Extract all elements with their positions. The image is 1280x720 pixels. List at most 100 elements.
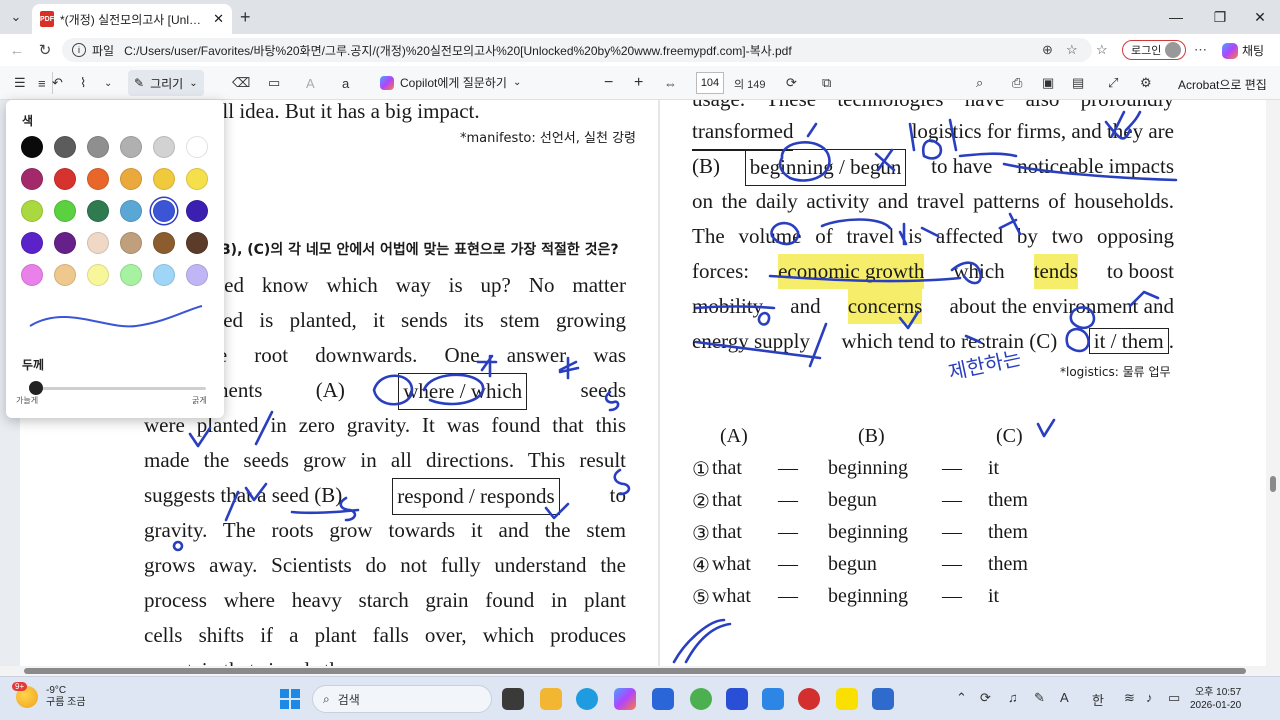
zoom-out-icon[interactable]: − bbox=[604, 74, 613, 92]
page-view-icon[interactable]: ⧉ bbox=[822, 74, 831, 92]
leaf-app-icon[interactable] bbox=[690, 688, 712, 710]
chat-app-icon[interactable] bbox=[762, 688, 784, 710]
font-icon[interactable]: A bbox=[306, 74, 315, 92]
draw-button[interactable]: ✎ 그리기 ⌄ bbox=[128, 70, 204, 96]
text-box-icon[interactable]: ▭ bbox=[268, 74, 280, 92]
save-as-icon[interactable]: ▤ bbox=[1072, 74, 1084, 92]
restore-icon[interactable]: ❐ bbox=[1200, 4, 1240, 30]
font-a-icon[interactable]: A bbox=[1060, 690, 1069, 705]
horizontal-scroll-thumb[interactable] bbox=[24, 668, 1246, 674]
color-swatch[interactable] bbox=[54, 232, 76, 254]
color-swatch[interactable] bbox=[153, 168, 175, 190]
favorite-star-icon[interactable]: ☆ bbox=[1066, 42, 1078, 58]
more-menu-icon[interactable]: ⋯ bbox=[1194, 42, 1207, 58]
color-swatch[interactable] bbox=[54, 168, 76, 190]
color-swatch[interactable] bbox=[120, 168, 142, 190]
save-icon[interactable]: ▣ bbox=[1042, 74, 1054, 92]
color-swatch[interactable] bbox=[120, 200, 142, 222]
task-view-icon[interactable] bbox=[502, 688, 524, 710]
color-swatch[interactable] bbox=[21, 168, 43, 190]
find-icon[interactable]: ⌕ bbox=[976, 74, 983, 92]
thickness-slider-track[interactable] bbox=[36, 387, 206, 390]
file-explorer-icon[interactable] bbox=[540, 688, 562, 710]
refresh-icon[interactable]: ↻ bbox=[34, 40, 56, 60]
contents-icon[interactable]: ☰ bbox=[14, 74, 26, 92]
color-swatch[interactable] bbox=[54, 200, 76, 222]
highlight-icon[interactable]: ⌇ bbox=[80, 74, 86, 92]
color-swatch[interactable] bbox=[153, 136, 175, 158]
color-swatch[interactable] bbox=[186, 136, 208, 158]
vertical-scroll-thumb[interactable] bbox=[1270, 476, 1276, 492]
color-swatch[interactable] bbox=[21, 264, 43, 286]
info-icon[interactable]: i bbox=[72, 43, 86, 57]
clock[interactable]: 오후 10:57 2026-01-20 bbox=[1190, 686, 1241, 712]
edge-browser-icon[interactable] bbox=[576, 688, 598, 710]
back-arrow-icon[interactable]: ← bbox=[6, 40, 28, 60]
color-swatch[interactable] bbox=[87, 232, 109, 254]
zoom-in-icon[interactable]: + bbox=[634, 74, 643, 92]
thickness-slider-thumb[interactable] bbox=[29, 381, 43, 395]
color-swatch[interactable] bbox=[21, 200, 43, 222]
read-aloud-icon[interactable]: a bbox=[342, 74, 349, 92]
color-swatch[interactable] bbox=[54, 264, 76, 286]
color-swatch[interactable] bbox=[186, 168, 208, 190]
zoom-icon[interactable]: ⊕ bbox=[1042, 42, 1053, 58]
fit-page-icon[interactable]: ⇔ bbox=[664, 74, 677, 92]
close-window-icon[interactable]: ✕ bbox=[1240, 4, 1280, 30]
color-swatch[interactable] bbox=[21, 136, 43, 158]
color-swatch[interactable] bbox=[120, 136, 142, 158]
color-swatch[interactable] bbox=[54, 136, 76, 158]
color-swatch[interactable] bbox=[87, 168, 109, 190]
minimize-icon[interactable]: — bbox=[1156, 4, 1196, 30]
ime-indicator[interactable]: 한 bbox=[1092, 690, 1104, 709]
record-app-icon[interactable] bbox=[798, 688, 820, 710]
fullscreen-icon[interactable]: ⤢ bbox=[1108, 74, 1118, 92]
start-button[interactable] bbox=[280, 689, 300, 709]
color-swatch[interactable] bbox=[186, 264, 208, 286]
horizontal-scrollbar[interactable] bbox=[0, 666, 1280, 676]
messenger-app-icon[interactable] bbox=[726, 688, 748, 710]
highlight-chevron-icon[interactable]: ⌄ bbox=[104, 74, 112, 92]
settings-gear-icon[interactable]: ⚙ bbox=[1140, 74, 1152, 92]
weather-widget[interactable]: 9+ -9°C 구름 조금 bbox=[12, 682, 86, 709]
rotate-icon[interactable]: ⟳ bbox=[786, 74, 797, 92]
kakaotalk-icon[interactable] bbox=[836, 688, 858, 710]
vertical-scrollbar[interactable] bbox=[1266, 100, 1280, 666]
tray-chevron-icon[interactable]: ⌃ bbox=[956, 690, 967, 706]
color-swatch[interactable] bbox=[153, 232, 175, 254]
wifi-icon[interactable]: ≋ bbox=[1124, 690, 1135, 706]
ask-copilot-button[interactable]: Copilot에게 질문하기 ⌄ bbox=[380, 74, 521, 91]
tab-list-chevron-icon[interactable]: ⌄ bbox=[4, 6, 28, 28]
pen-icon[interactable]: ✎ bbox=[1034, 690, 1045, 706]
undo-icon[interactable]: ↶ bbox=[52, 74, 63, 92]
favorites-icon[interactable]: ☆ bbox=[1096, 42, 1108, 58]
volume-icon[interactable]: ♪ bbox=[1146, 690, 1153, 705]
copilot-chat-button[interactable]: 채팅 bbox=[1222, 42, 1264, 59]
color-swatch[interactable] bbox=[87, 136, 109, 158]
color-swatch[interactable] bbox=[153, 264, 175, 286]
login-button[interactable]: 로그인 bbox=[1122, 40, 1187, 60]
battery-icon[interactable]: ▭ bbox=[1168, 690, 1180, 706]
browser-tab[interactable]: PDF *(개정) 실전모의고사 [Unlocked b ✕ bbox=[32, 4, 232, 34]
microphone-icon[interactable]: ♫ bbox=[1008, 690, 1018, 705]
close-tab-icon[interactable]: ✕ bbox=[213, 11, 224, 27]
calendar-app-icon[interactable] bbox=[872, 688, 894, 710]
color-swatch[interactable] bbox=[21, 232, 43, 254]
copilot-app-icon[interactable] bbox=[614, 688, 636, 710]
list-icon[interactable]: ≡ bbox=[38, 74, 46, 92]
page-number-input[interactable]: 104 bbox=[696, 72, 724, 94]
address-field[interactable]: i 파일 C:/Users/user/Favorites/바탕%20화면/그루.… bbox=[62, 38, 1092, 62]
new-tab-plus-icon[interactable]: + bbox=[240, 7, 251, 28]
color-swatch[interactable] bbox=[186, 232, 208, 254]
color-swatch[interactable] bbox=[120, 232, 142, 254]
color-swatch[interactable] bbox=[186, 200, 208, 222]
acrobat-edit-button[interactable]: Acrobat으로 편집 bbox=[1178, 76, 1267, 93]
taskbar-search[interactable]: ⌕ 검색 bbox=[312, 685, 492, 713]
color-swatch[interactable] bbox=[153, 200, 175, 222]
color-swatch[interactable] bbox=[120, 264, 142, 286]
print-icon[interactable]: ⎙ bbox=[1012, 74, 1022, 92]
eraser-icon[interactable]: ⌫ bbox=[232, 74, 250, 92]
color-swatch[interactable] bbox=[87, 264, 109, 286]
sync-icon[interactable]: ⟳ bbox=[980, 690, 991, 706]
color-swatch[interactable] bbox=[87, 200, 109, 222]
